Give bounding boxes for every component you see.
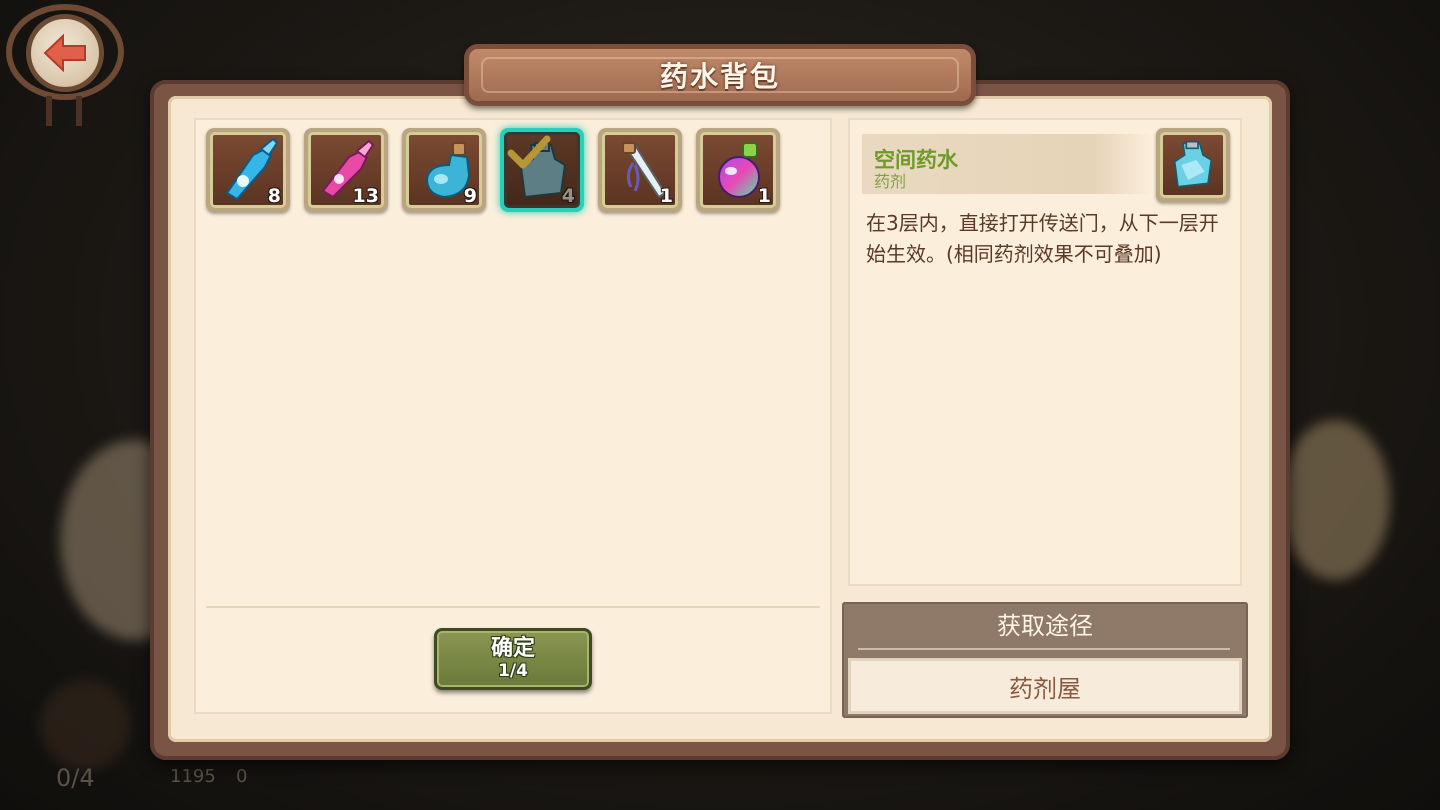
slot-count: 4 xyxy=(561,185,575,207)
title-plate: 药水背包 xyxy=(464,44,976,106)
inventory-slot[interactable]: 1 xyxy=(598,128,682,212)
rope-hang-left xyxy=(46,96,52,126)
panel-title: 药水背包 xyxy=(659,60,780,93)
background-gold-count: 1195 xyxy=(170,766,216,787)
confirm-label: 确定 xyxy=(490,636,535,661)
source-divider xyxy=(858,648,1230,650)
slot-count: 1 xyxy=(659,185,673,207)
source-item-potion-shop[interactable]: 药剂屋 xyxy=(848,658,1242,714)
detail-item-icon xyxy=(1156,128,1230,202)
arrow-left-icon xyxy=(43,33,86,73)
slot-count: 8 xyxy=(267,185,281,207)
slot-count: 13 xyxy=(352,185,379,207)
inventory-divider xyxy=(206,606,820,608)
checkmark-icon xyxy=(507,135,551,169)
background-stat-left: 0/4 xyxy=(56,764,95,792)
confirm-button[interactable]: 确定 1/4 xyxy=(434,628,592,690)
inventory-slot[interactable]: 9 xyxy=(402,128,486,212)
background-skill-orb xyxy=(40,680,130,770)
inventory-slot[interactable]: 8 xyxy=(206,128,290,212)
background-gem-count: 0 xyxy=(236,766,248,787)
confirm-progress: 1/4 xyxy=(498,661,528,681)
item-description: 在3层内，直接打开传送门，从下一层开始生效。(相同药剂效果不可叠加) xyxy=(866,211,1219,266)
slot-count: 1 xyxy=(757,185,771,207)
inventory-slot-selected[interactable]: 4 xyxy=(500,128,584,212)
source-title: 获取途径 xyxy=(997,612,1093,640)
space-potion-icon xyxy=(1173,140,1213,188)
rope-hang-right xyxy=(76,96,82,126)
background-character-right xyxy=(1280,420,1390,580)
back-button-face[interactable] xyxy=(26,14,104,92)
inventory-slot[interactable]: 13 xyxy=(304,128,388,212)
item-type: 药剂 xyxy=(874,172,907,191)
back-button[interactable] xyxy=(6,0,124,126)
inventory-slot[interactable]: 1 xyxy=(696,128,780,212)
slot-count: 9 xyxy=(463,185,477,207)
